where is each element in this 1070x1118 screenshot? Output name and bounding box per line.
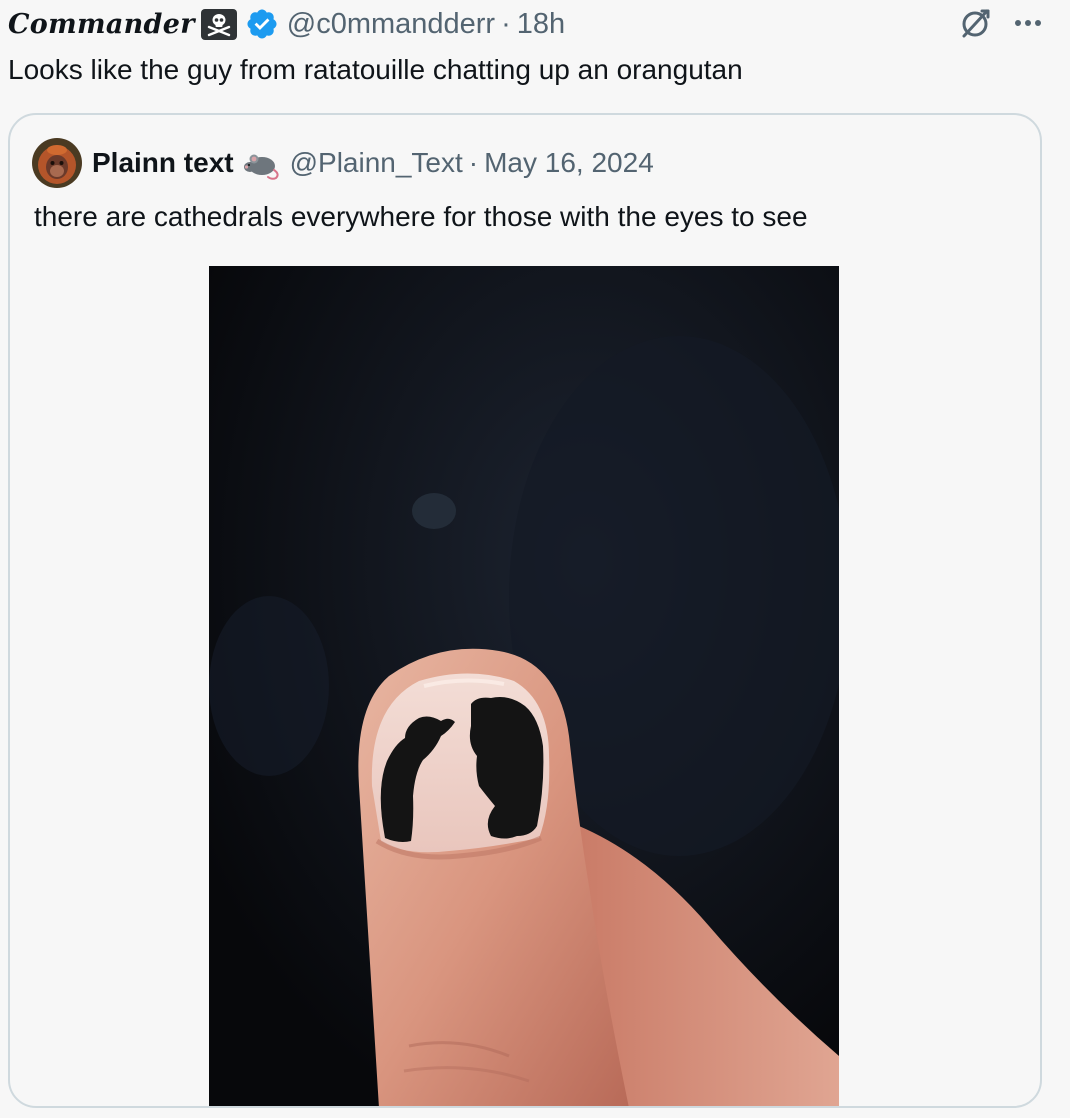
tweet-header-actions xyxy=(958,6,1042,40)
more-options-icon[interactable] xyxy=(1014,18,1042,28)
verified-checkmark-icon xyxy=(245,7,279,41)
tweet-text: Looks like the guy from ratatouille chat… xyxy=(8,54,743,85)
separator-dot: · xyxy=(501,7,511,40)
skull-crossbones-icon xyxy=(200,8,237,40)
thumbnail-nail-polish-photo[interactable] xyxy=(209,266,839,1106)
quoted-separator-dot: · xyxy=(468,147,479,178)
orangutan-avatar[interactable] xyxy=(32,138,82,188)
tweet-header: Commander @c0mmandderr · 18h xyxy=(8,4,565,44)
author-handle[interactable]: @c0mmandderr xyxy=(287,8,495,41)
tweet[interactable]: Commander @c0mmandderr · 18h Looks like … xyxy=(0,0,1070,1118)
quoted-tweet-text: there are cathedrals everywhere for thos… xyxy=(34,201,808,232)
quoted-author-handle[interactable]: @Plainn_Text xyxy=(290,147,463,179)
rat-emoji-icon xyxy=(242,146,282,180)
quoted-tweet-header: Plainn text @Plainn_Text · May 16, 2024 xyxy=(32,137,654,189)
grok-icon[interactable] xyxy=(958,6,992,40)
author-name[interactable]: Commander xyxy=(8,9,195,40)
quoted-author-name[interactable]: Plainn text xyxy=(92,147,234,179)
quoted-tweet-card[interactable]: Plainn text @Plainn_Text · May 16, 2024 … xyxy=(8,113,1042,1108)
quoted-tweet-date[interactable]: May 16, 2024 xyxy=(484,147,654,179)
tweet-timestamp[interactable]: 18h xyxy=(517,8,565,41)
